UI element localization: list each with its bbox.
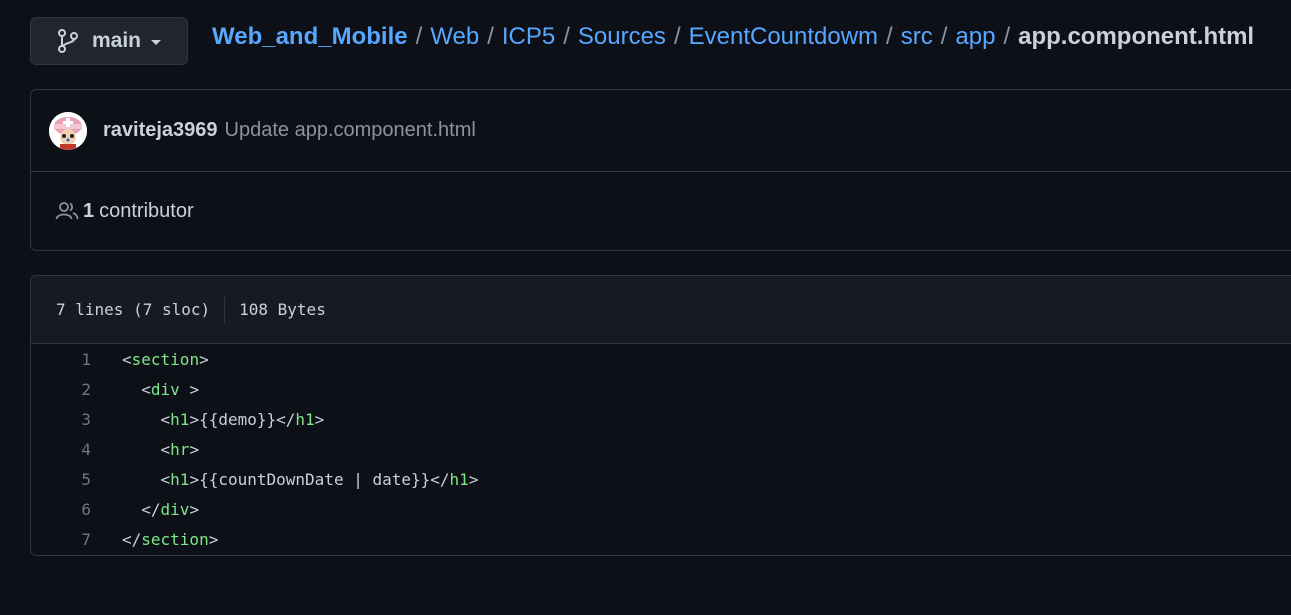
code-line: 2 <div > [31,374,1291,404]
line-number[interactable]: 4 [31,440,91,459]
code-bracket: > [189,499,200,519]
file-info-header: 7 lines (7 sloc) 108 Bytes [31,276,1291,344]
contributor-label: contributor [99,199,194,222]
code-tag-name: h1 [170,469,190,489]
code-bracket: > [189,439,200,459]
git-branch-icon [57,28,79,54]
line-number[interactable]: 7 [31,530,91,549]
people-icon [55,201,79,221]
breadcrumb-separator: / [673,23,681,50]
line-number[interactable]: 1 [31,350,91,369]
code-bracket: </ [141,499,161,519]
code-bracket: < [160,409,171,429]
code-token: {{demo}} [199,409,277,429]
commit-author-link[interactable]: raviteja3969 [103,119,218,142]
code-bracket: > [199,349,209,369]
commit-row: raviteja3969 Update app.component.html [31,90,1291,172]
code-bracket: > [189,379,200,399]
file-size: 108 Bytes [239,300,326,319]
file-lines-info: 7 lines (7 sloc) [56,300,211,319]
code-line: 5 <h1>{{countDownDate | date}}</h1> [31,464,1291,494]
breadcrumb-separator: / [415,23,423,50]
line-number[interactable]: 3 [31,410,91,429]
line-number[interactable]: 6 [31,500,91,519]
code-text: </section> [91,530,218,549]
code-text: <hr> [91,439,200,459]
code-tag-name: h1 [170,409,190,429]
code-tag-name: hr [170,439,190,459]
code-line: 4 <hr> [31,434,1291,464]
code-token: </ [276,409,296,429]
user-avatar[interactable] [49,111,87,150]
code-listing: 1 <section> 2 <div >3 <h1>{{demo}}</h1> 4 <… [31,344,1291,554]
code-bracket: </ [122,529,142,549]
contributor-count: 1 [83,199,95,222]
code-line: 6 </div> [31,494,1291,524]
line-number[interactable]: 5 [31,470,91,489]
current-file-name: app.component.html [1018,23,1255,50]
breadcrumb-link-web[interactable]: Web [430,23,479,51]
breadcrumb-link-eventcountdowm[interactable]: EventCountdowm [689,23,878,51]
code-token: > [468,469,479,489]
code-text: <h1>{{countDownDate | date}}</h1> [91,469,479,489]
caret-down-icon [150,39,162,47]
code-line: 3 <h1>{{demo}}</h1> [31,404,1291,434]
code-token: > [314,409,325,429]
code-text: </div> [91,500,199,519]
code-bracket: < [141,379,151,399]
code-tag-name: div [160,499,190,519]
code-text: <section> [91,350,209,369]
code-bracket: < [122,349,132,369]
contributors-row[interactable]: 1 contributor [31,172,1291,250]
breadcrumb-link-sources[interactable]: Sources [578,23,666,51]
breadcrumb-separator: / [563,23,570,50]
code-text: <h1>{{demo}}</h1> [91,409,325,429]
breadcrumb: Web_and_Mobile / Web / ICP5 / Sources / … [212,22,1254,52]
code-tag-name: div [150,379,180,399]
file-viewer: 7 lines (7 sloc) 108 Bytes 1 <section> 2 <… [30,275,1291,556]
latest-commit-box: raviteja3969 Update app.component.html 1… [30,89,1291,251]
breadcrumb-separator: / [940,23,948,50]
code-line: 7 </section> [31,524,1291,554]
breadcrumb-separator: / [487,23,494,50]
code-tag-name: h1 [295,409,315,429]
code-tag-name: section [131,349,200,369]
code-line: 1 <section> [31,344,1291,374]
branch-label: main [92,29,142,52]
line-number[interactable]: 2 [31,380,91,399]
breadcrumb-link-app[interactable]: app [955,23,995,51]
code-tag-name: h1 [449,469,469,489]
code-bracket: > [208,529,219,549]
code-token: </ [430,469,450,489]
code-text: <div > [91,380,199,399]
code-bracket: < [160,439,171,459]
header-divider [224,296,226,323]
breadcrumb-link-icp5[interactable]: ICP5 [502,23,555,51]
breadcrumb-link-web-and-mobile[interactable]: Web_and_Mobile [212,23,408,51]
code-tag-name: section [141,529,209,549]
commit-message-link[interactable]: Update app.component.html [225,119,476,142]
code-bracket: > [189,409,200,429]
code-token: {{countDownDate | date}} [199,469,431,489]
breadcrumb-separator: / [1003,23,1011,50]
code-bracket: > [189,469,200,489]
code-bracket: < [160,469,171,489]
branch-select-button[interactable]: main [30,17,188,65]
breadcrumb-separator: / [886,23,893,50]
breadcrumb-link-src[interactable]: src [901,23,933,51]
